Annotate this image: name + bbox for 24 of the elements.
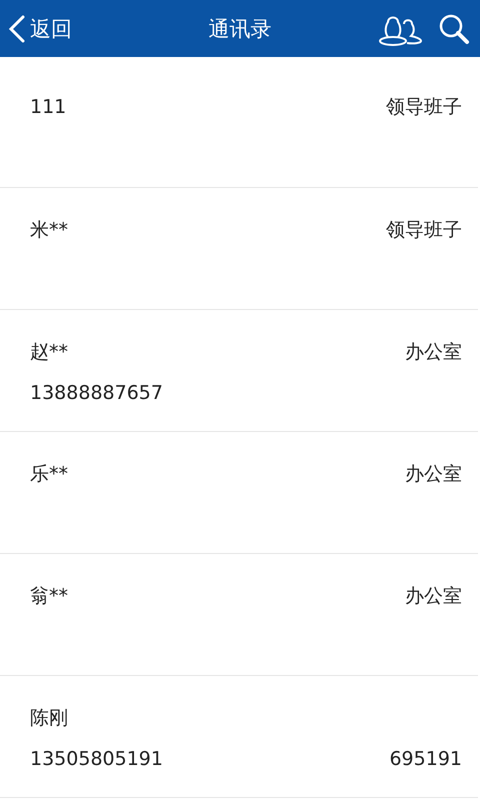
contact-department: 领导班子	[386, 218, 462, 242]
contact-row[interactable]: 乐** 办公室	[0, 432, 478, 554]
contact-phone: 13888887657	[30, 382, 163, 404]
back-icon	[8, 14, 26, 42]
header-title: 通讯录	[208, 16, 272, 42]
contact-row[interactable]: 陈刚 13505805191 695191	[0, 676, 478, 798]
contact-name: 陈刚	[30, 706, 68, 730]
contact-name: 翁**	[30, 584, 68, 608]
contact-extension: 695191	[389, 748, 462, 770]
contact-row[interactable]: 111 领导班子	[0, 57, 478, 188]
contact-department: 办公室	[405, 462, 462, 486]
contact-row[interactable]: 翁** 办公室	[0, 554, 478, 676]
contact-name: 乐**	[30, 462, 68, 486]
contact-department: 办公室	[405, 584, 462, 608]
contact-name: 米**	[30, 218, 68, 242]
contact-row[interactable]: 赵** 办公室 13888887657	[0, 310, 478, 432]
contact-name: 111	[30, 96, 66, 118]
search-icon[interactable]	[438, 12, 470, 44]
contact-department: 领导班子	[386, 94, 462, 120]
contact-department: 办公室	[405, 340, 462, 364]
contact-row[interactable]: 米** 领导班子	[0, 188, 478, 310]
back-button[interactable]: 返回	[8, 14, 72, 42]
contact-name: 赵**	[30, 340, 68, 364]
contact-phone: 13505805191	[30, 748, 163, 770]
